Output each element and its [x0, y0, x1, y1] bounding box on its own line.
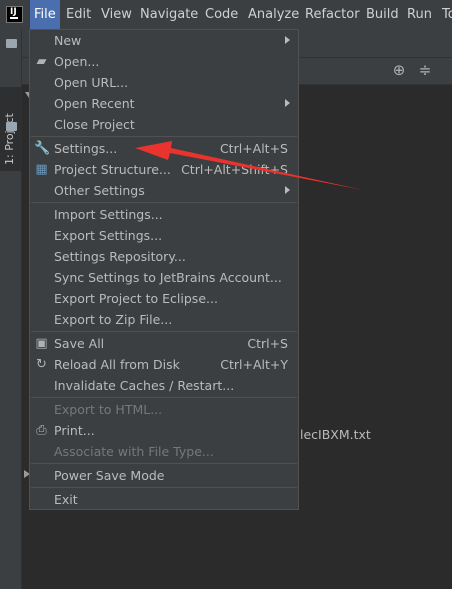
intellij-logo-icon: IJ	[6, 6, 23, 23]
menu-item-print[interactable]: ⎙ Print...	[30, 420, 298, 441]
project-folder-icon[interactable]	[6, 39, 17, 48]
main-menu-bar: IJ File Edit View Navigate Code Analyze …	[0, 0, 452, 29]
menu-item-reload[interactable]: ↻ Reload All from Disk Ctrl+Alt+Y	[30, 354, 298, 375]
menu-view[interactable]: View	[97, 0, 136, 29]
open-folder-icon: ▰	[36, 54, 47, 69]
save-all-shortcut: Ctrl+S	[247, 336, 288, 351]
submenu-arrow-icon	[285, 99, 290, 107]
menu-separator	[31, 487, 297, 488]
menu-item-save-all[interactable]: ▣ Save All Ctrl+S	[30, 333, 298, 354]
wrench-icon: 🔧	[34, 141, 51, 156]
menu-item-export-html: Export to HTML...	[54, 402, 163, 417]
project-structure-shortcut: Ctrl+Alt+Shift+S	[181, 162, 288, 177]
menu-file[interactable]: File	[30, 0, 60, 29]
menu-item-open-recent[interactable]: Open Recent	[30, 93, 298, 114]
folder-icon	[6, 122, 17, 131]
menu-item-export-settings[interactable]: Export Settings...	[30, 225, 298, 246]
menu-build[interactable]: Build	[362, 0, 403, 29]
left-tool-strip: 1: Project	[0, 29, 22, 589]
settings-shortcut: Ctrl+Alt+S	[219, 141, 288, 156]
menu-item-power-save-mode[interactable]: Power Save Mode	[30, 465, 298, 486]
menu-item-close-project[interactable]: Close Project	[30, 114, 298, 135]
menu-separator	[31, 331, 297, 332]
menu-item-open-url[interactable]: Open URL...	[30, 72, 298, 93]
reload-icon: ↻	[36, 357, 47, 372]
menu-item-settings-repository[interactable]: Settings Repository...	[30, 246, 298, 267]
file-dropdown-menu: New ▰ Open... Open URL... Open Recent Cl…	[29, 29, 299, 510]
menu-item-invalidate-caches[interactable]: Invalidate Caches / Restart...	[30, 375, 298, 396]
project-tab-label: 1: Project	[3, 113, 16, 165]
menu-separator	[31, 202, 297, 203]
printer-icon: ⎙	[36, 423, 47, 438]
menu-separator	[31, 463, 297, 464]
menu-item-new[interactable]: New	[30, 30, 298, 51]
save-disk-icon: ▣	[35, 336, 48, 351]
submenu-arrow-icon	[285, 36, 290, 44]
menu-item-export-zip[interactable]: Export to Zip File...	[30, 309, 298, 330]
menu-tools[interactable]: To	[438, 0, 452, 29]
menu-item-associate-file-type: Associate with File Type...	[54, 444, 214, 459]
project-structure-icon: ▦	[35, 162, 48, 177]
menu-code[interactable]: Code	[201, 0, 242, 29]
menu-separator	[31, 136, 297, 137]
menu-analyze[interactable]: Analyze	[244, 0, 303, 29]
locate-target-icon[interactable]: ⊕	[391, 62, 407, 78]
menu-refactor[interactable]: Refactor	[301, 0, 364, 29]
menu-item-project-structure[interactable]: ▦ Project Structure... Ctrl+Alt+Shift+S	[30, 159, 298, 180]
menu-separator	[31, 397, 297, 398]
menu-item-other-settings[interactable]: Other Settings	[30, 180, 298, 201]
menu-edit[interactable]: Edit	[62, 0, 95, 29]
menu-item-export-eclipse[interactable]: Export Project to Eclipse...	[30, 288, 298, 309]
collapse-all-icon[interactable]: ≑	[417, 62, 433, 78]
menu-item-import-settings[interactable]: Import Settings...	[30, 204, 298, 225]
menu-item-settings[interactable]: 🔧 Settings... Ctrl+Alt+S	[30, 138, 298, 159]
menu-navigate[interactable]: Navigate	[136, 0, 202, 29]
menu-item-open[interactable]: ▰ Open...	[30, 51, 298, 72]
reload-shortcut: Ctrl+Alt+Y	[220, 357, 288, 372]
submenu-arrow-icon	[285, 186, 290, 194]
background-file-name: lecIBXM.txt	[300, 427, 371, 442]
menu-item-sync-settings[interactable]: Sync Settings to JetBrains Account...	[30, 267, 298, 288]
menu-run[interactable]: Run	[403, 0, 436, 29]
menu-item-exit[interactable]: Exit	[30, 489, 298, 510]
